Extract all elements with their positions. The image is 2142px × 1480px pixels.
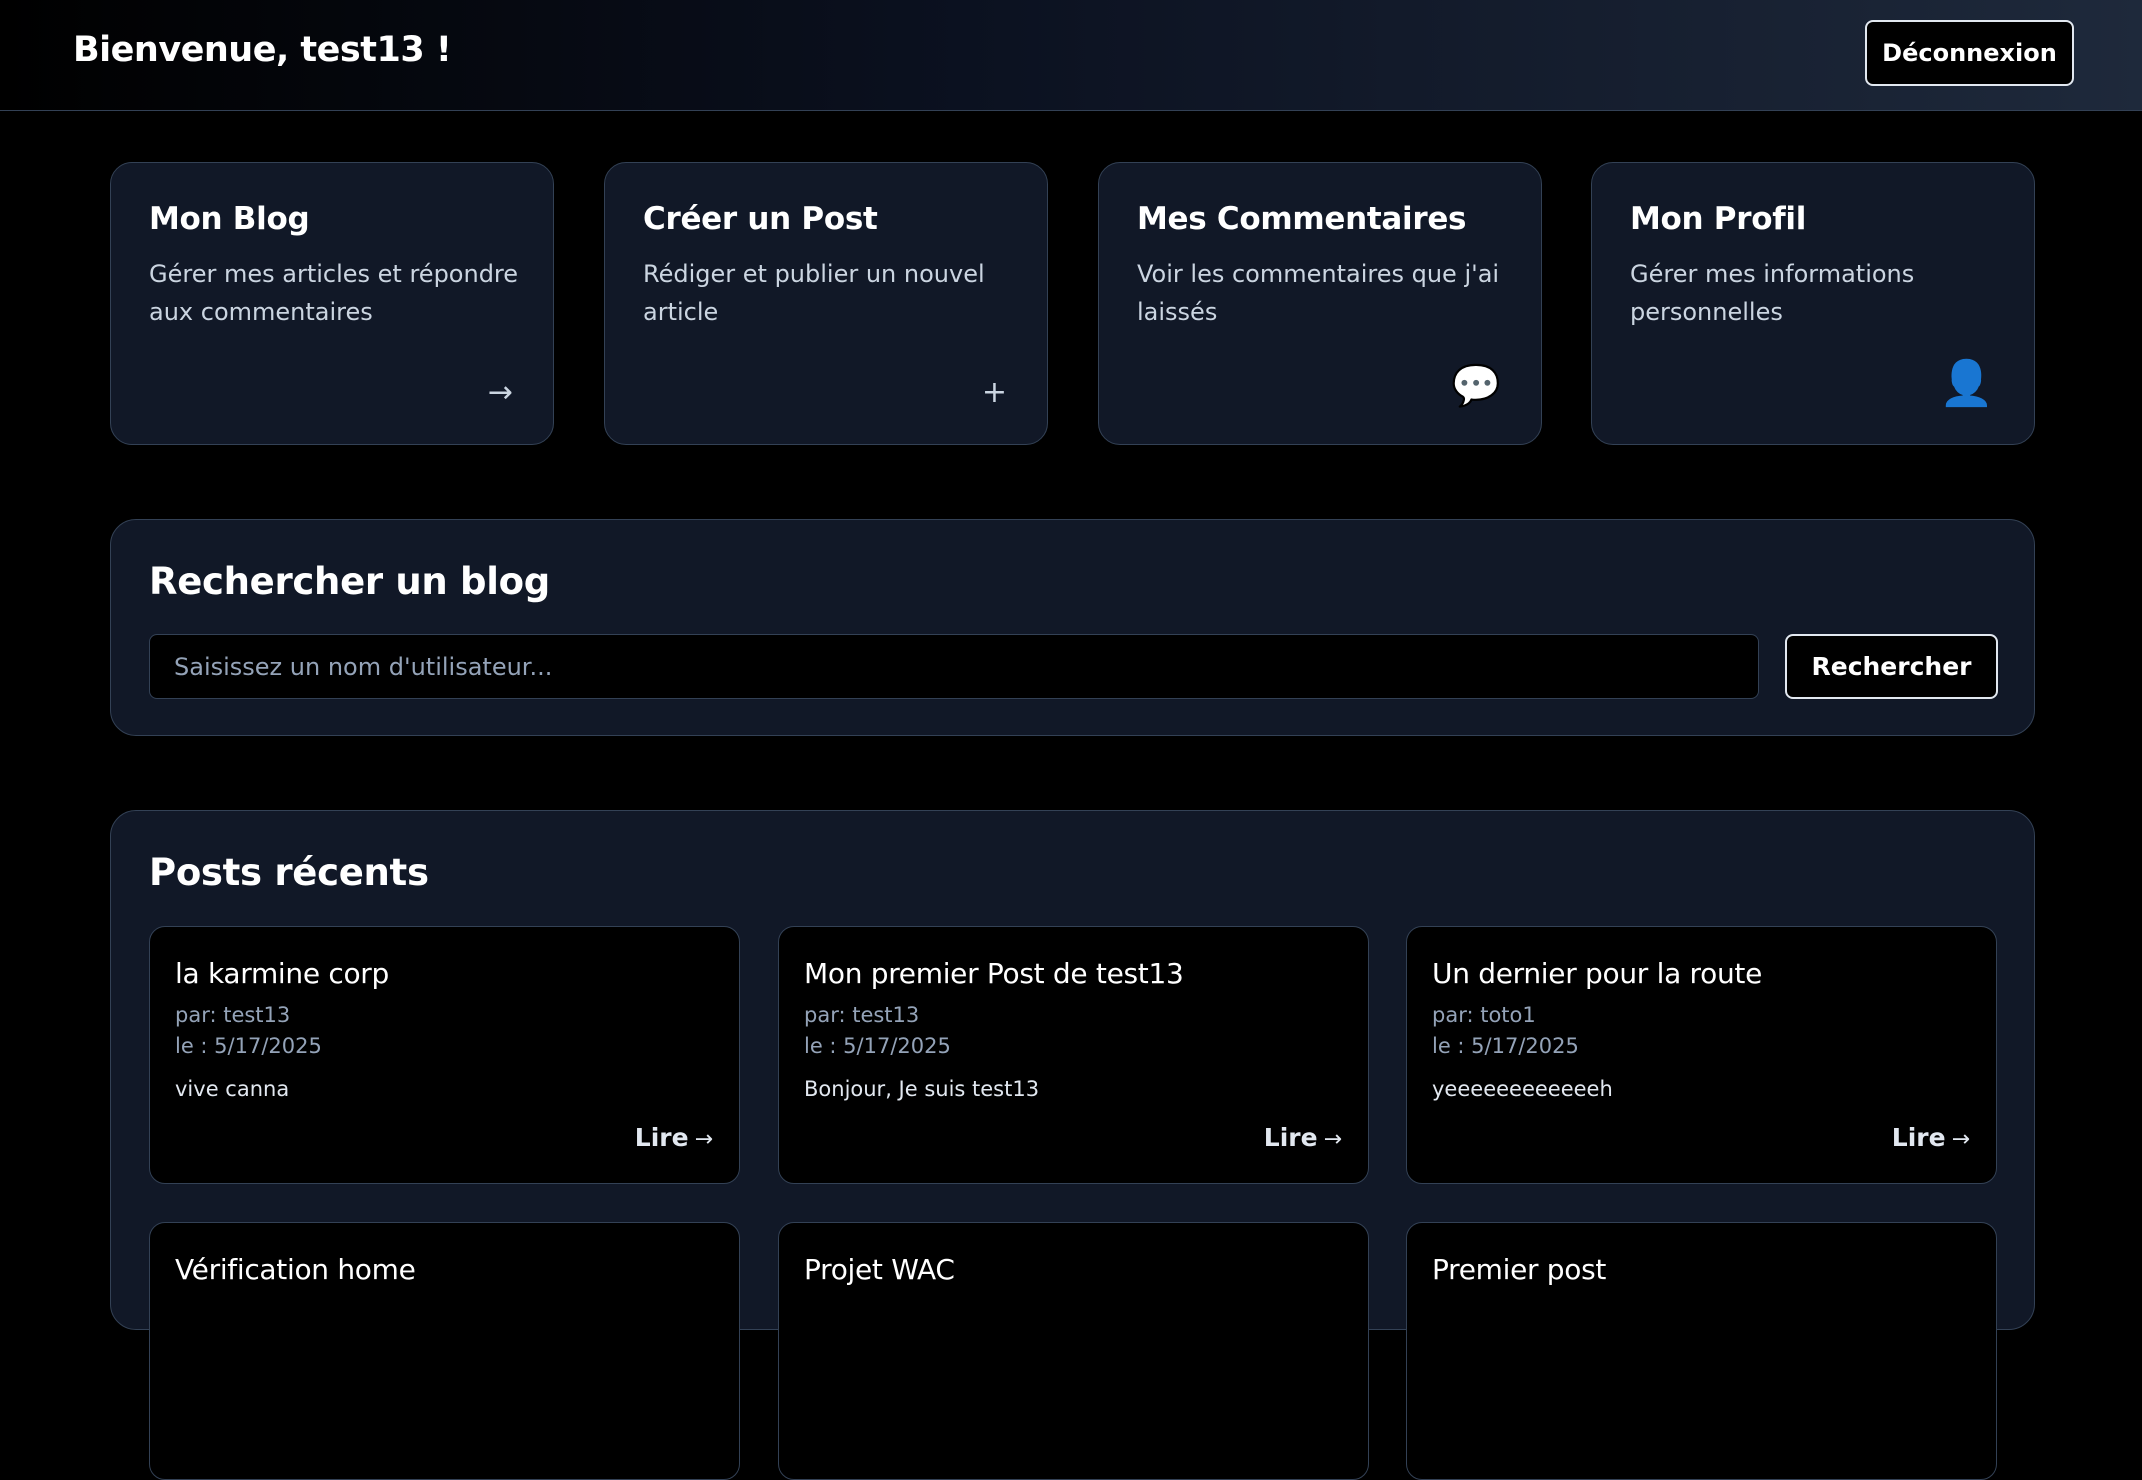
card-description: Voir les commentaires que j'ai laissés [1137,260,1500,326]
top-bar: Bienvenue, test13 ! Déconnexion [0,0,2142,111]
arrow-right-icon: → [1323,1127,1342,1152]
card-mes-commentaires[interactable]: Mes Commentaires Voir les commentaires q… [1098,162,1542,445]
card-description: Gérer mes articles et répondre aux comme… [149,260,519,326]
search-button[interactable]: Rechercher [1785,634,1998,699]
card-creer-post[interactable]: Créer un Post Rédiger et publier un nouv… [604,162,1048,445]
post-title: Mon premier Post de test13 [804,957,1184,990]
post-author: par: test13 [804,1003,920,1027]
card-mon-blog[interactable]: Mon Blog Gérer mes articles et répondre … [110,162,554,445]
search-title: Rechercher un blog [149,560,550,603]
recent-posts-title: Posts récents [149,851,429,894]
post-date: le : 5/17/2025 [175,1034,322,1058]
user-icon: 👤 [1939,358,1994,409]
post-excerpt: vive canna [175,1077,290,1101]
post-title: Vérification home [175,1253,416,1286]
read-link[interactable]: Lire → [1892,1123,1970,1152]
post-card[interactable]: Premier post [1406,1222,1997,1480]
post-card[interactable]: la karmine corp par: test13 le : 5/17/20… [149,926,740,1184]
read-label: Lire [634,1123,689,1152]
post-card[interactable]: Mon premier Post de test13 par: test13 l… [778,926,1369,1184]
card-mon-profil[interactable]: Mon Profil Gérer mes informations person… [1591,162,2035,445]
logout-button[interactable]: Déconnexion [1865,20,2074,86]
card-title: Créer un Post [643,201,878,237]
arrow-right-icon: → [694,1127,713,1152]
read-label: Lire [1891,1123,1946,1152]
read-link[interactable]: Lire → [635,1123,713,1152]
card-title: Mon Blog [149,201,310,237]
arrow-right-icon: → [1951,1127,1970,1152]
read-link[interactable]: Lire → [1264,1123,1342,1152]
recent-posts-panel: Posts récents la karmine corp par: test1… [110,810,2035,1480]
search-input[interactable] [149,634,1759,699]
post-author: par: test13 [175,1003,291,1027]
card-description: Gérer mes informations personnelles [1630,260,1915,326]
post-title: Un dernier pour la route [1432,957,1763,990]
post-card[interactable]: Un dernier pour la route par: toto1 le :… [1406,926,1997,1184]
post-card[interactable]: Projet WAC [778,1222,1369,1480]
post-date: le : 5/17/2025 [804,1034,951,1058]
post-title: Projet WAC [804,1253,955,1286]
post-title: la karmine corp [175,957,389,990]
post-author: par: toto1 [1432,1003,1536,1027]
speech-bubble-icon: 💬 [1451,363,1501,409]
plus-icon: + [981,375,1007,410]
card-title: Mes Commentaires [1137,201,1467,237]
card-title: Mon Profil [1630,201,1807,237]
read-label: Lire [1263,1123,1318,1152]
card-description: Rédiger et publier un nouvel article [643,260,985,326]
post-excerpt: Bonjour, Je suis test13 [804,1077,1040,1101]
post-excerpt: yeeeeeeeeeeeeh [1432,1077,1613,1101]
welcome-title: Bienvenue, test13 ! [73,30,452,70]
arrow-right-icon: → [487,375,513,410]
post-title: Premier post [1432,1253,1607,1286]
post-card[interactable]: Vérification home [149,1222,740,1480]
post-date: le : 5/17/2025 [1432,1034,1579,1058]
search-panel: Rechercher un blog Rechercher [110,519,2035,736]
